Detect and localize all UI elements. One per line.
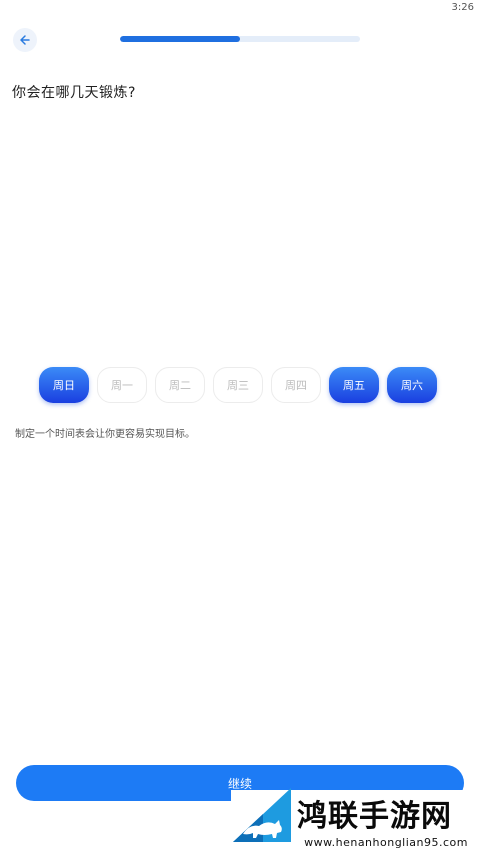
- day-option[interactable]: 周一: [97, 367, 147, 403]
- watermark-url: www.henanhonglian95.com: [304, 836, 468, 849]
- day-option[interactable]: 周三: [213, 367, 263, 403]
- progress-fill: [120, 36, 240, 42]
- back-button[interactable]: [13, 28, 37, 52]
- day-option[interactable]: 周五: [329, 367, 379, 403]
- day-option[interactable]: 周六: [387, 367, 437, 403]
- status-time: 3:26: [451, 2, 474, 13]
- progress-bar: [120, 36, 360, 42]
- question-title: 你会在哪几天锻炼?: [12, 85, 136, 101]
- day-option[interactable]: 周四: [271, 367, 321, 403]
- watermark: 鸿联手游网 www.henanhonglian95.com: [231, 788, 480, 853]
- day-selector: 周日 周一 周二 周三 周四 周五 周六: [39, 367, 437, 403]
- day-option[interactable]: 周二: [155, 367, 205, 403]
- hint-text: 制定一个时间表会让你更容易实现目标。: [15, 429, 195, 440]
- bull-logo-icon: [233, 788, 291, 842]
- watermark-title: 鸿联手游网: [297, 799, 452, 834]
- arrow-left-icon: [20, 35, 30, 45]
- day-option[interactable]: 周日: [39, 367, 89, 403]
